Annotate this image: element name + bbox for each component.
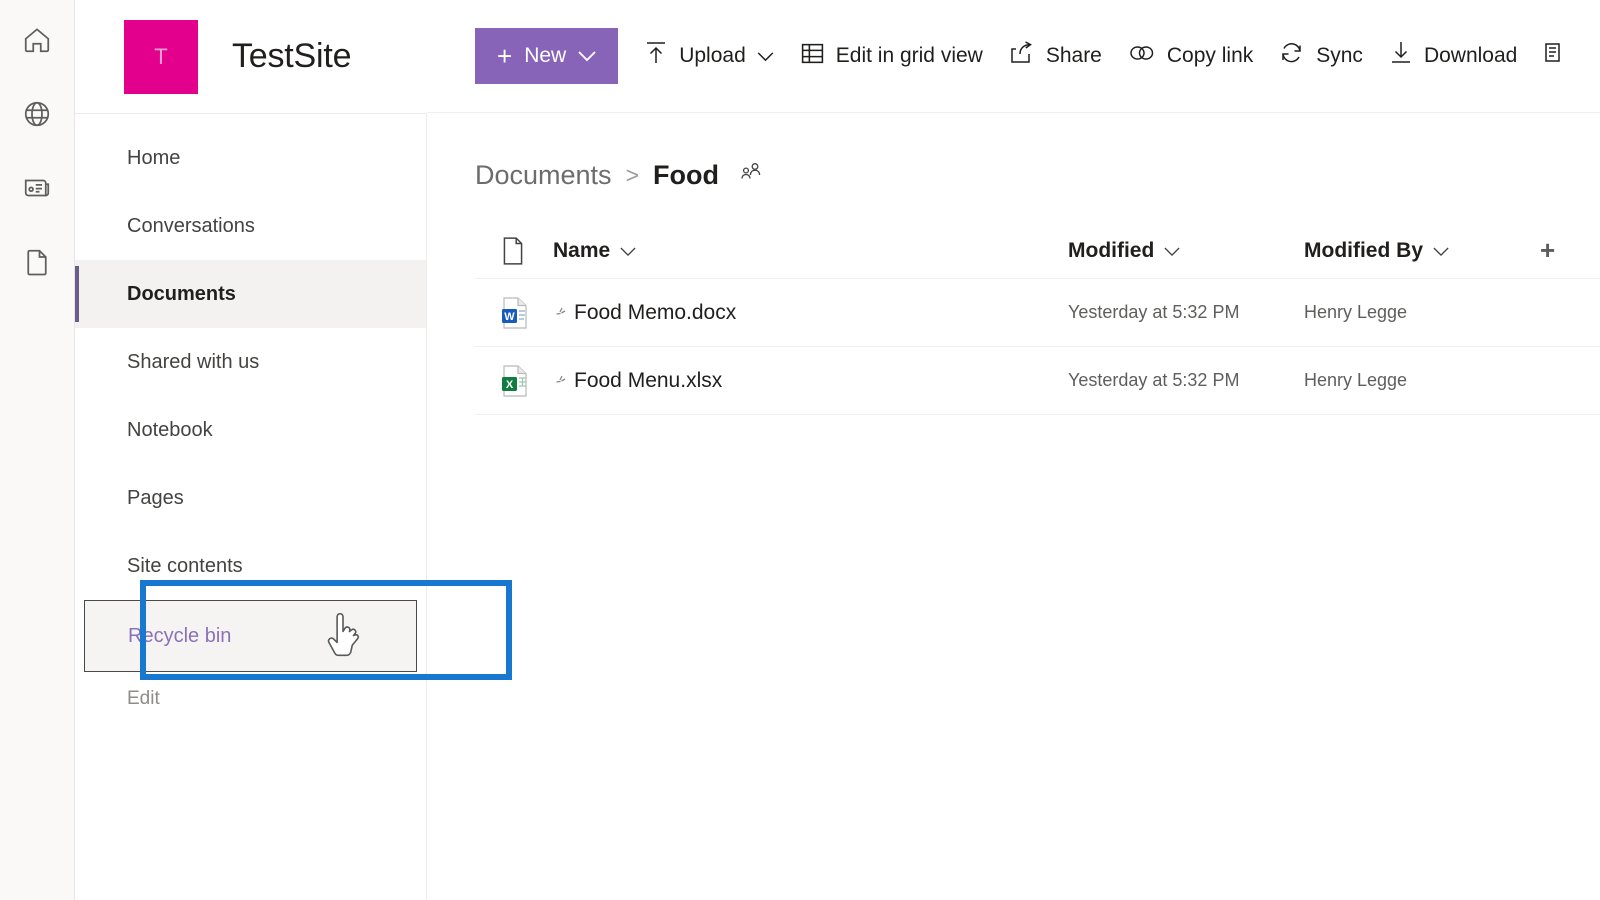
word-file-icon: W (475, 296, 553, 330)
copy-link-label: Copy link (1167, 44, 1253, 68)
breadcrumb: Documents > Food (427, 160, 1600, 191)
nav-label: Home (127, 147, 180, 170)
file-name-label: Food Memo.docx (574, 301, 736, 325)
site-title: TestSite (232, 37, 351, 76)
grid-icon (800, 41, 825, 72)
site-nav-column: T TestSite Home Conversations Documents … (75, 0, 427, 900)
nav-label: Recycle bin (128, 625, 231, 648)
overflow-command-icon[interactable] (1543, 40, 1567, 72)
file-name-cell[interactable]: Food Menu.xlsx (553, 368, 1068, 394)
more-commands-icon (1543, 40, 1567, 72)
nav-label: Notebook (127, 419, 213, 442)
breadcrumb-current[interactable]: Food (653, 160, 719, 191)
sidebar-item-site-contents[interactable]: Site contents (75, 532, 426, 600)
sidebar-item-documents[interactable]: Documents (75, 260, 426, 328)
new-file-sparkle-icon (553, 306, 569, 326)
column-header-modified-by-label: Modified By (1304, 239, 1423, 263)
site-nav-list: Home Conversations Documents Shared with… (75, 113, 427, 900)
file-list: Name Modified (427, 223, 1600, 415)
file-modified-cell: Yesterday at 5:32 PM (1068, 302, 1304, 323)
share-label: Share (1046, 44, 1102, 68)
download-button[interactable]: Download (1389, 40, 1517, 72)
column-header-name[interactable]: Name (553, 239, 1068, 263)
new-button[interactable]: + New (475, 28, 618, 84)
svg-text:W: W (504, 311, 515, 323)
download-icon (1389, 40, 1413, 72)
chevron-down-icon (1433, 239, 1449, 263)
new-file-sparkle-icon (553, 374, 569, 394)
site-logo: T (124, 20, 198, 94)
file-type-column-icon (475, 236, 553, 266)
plus-icon: + (497, 43, 512, 69)
add-column-button[interactable]: + (1540, 235, 1600, 266)
upload-label: Upload (679, 44, 746, 68)
sync-button[interactable]: Sync (1279, 41, 1363, 71)
copy-link-button[interactable]: Copy link (1128, 42, 1253, 70)
upload-icon (644, 40, 668, 72)
sidebar-item-shared-with-us[interactable]: Shared with us (75, 328, 426, 396)
breadcrumb-root[interactable]: Documents (475, 160, 612, 191)
column-header-modified[interactable]: Modified (1068, 239, 1304, 263)
home-icon[interactable] (13, 16, 61, 64)
sync-label: Sync (1316, 44, 1363, 68)
file-modified-cell: Yesterday at 5:32 PM (1068, 370, 1304, 391)
share-icon (1009, 41, 1035, 71)
upload-button[interactable]: Upload (644, 40, 774, 72)
file-name-cell[interactable]: Food Memo.docx (553, 300, 1068, 326)
document-icon[interactable] (13, 238, 61, 286)
sidebar-item-recycle-bin[interactable]: Recycle bin (84, 600, 417, 672)
column-header-modified-by[interactable]: Modified By (1304, 239, 1540, 263)
chevron-down-icon (757, 44, 774, 68)
edit-in-grid-view-button[interactable]: Edit in grid view (800, 41, 983, 72)
sharepoint-page: T TestSite Home Conversations Documents … (0, 0, 1600, 900)
sidebar-item-notebook[interactable]: Notebook (75, 396, 426, 464)
chevron-down-icon (620, 239, 636, 263)
nav-label: Pages (127, 487, 184, 510)
sidebar-item-home[interactable]: Home (75, 124, 426, 192)
sidebar-item-conversations[interactable]: Conversations (75, 192, 426, 260)
site-header: T TestSite (75, 0, 427, 113)
link-icon (1128, 42, 1156, 70)
news-icon[interactable] (13, 164, 61, 212)
column-header-modified-label: Modified (1068, 239, 1154, 263)
svg-text:X: X (506, 379, 514, 391)
sidebar-edit-link[interactable]: Edit (75, 688, 426, 710)
sidebar-item-pages[interactable]: Pages (75, 464, 426, 532)
download-label: Download (1424, 44, 1517, 68)
share-button[interactable]: Share (1009, 41, 1102, 71)
table-row[interactable]: X Food Menu.xlsx Yesterday at 5:32 PM He… (475, 347, 1600, 415)
file-modified-by-cell: Henry Legge (1304, 370, 1540, 391)
table-row[interactable]: W Food Memo.docx Yesterday at 5:32 PM He… (475, 279, 1600, 347)
breadcrumb-separator: > (626, 162, 639, 189)
globe-icon[interactable] (13, 90, 61, 138)
excel-file-icon: X (475, 364, 553, 398)
site-logo-letter: T (154, 44, 167, 70)
app-rail (0, 0, 75, 900)
file-list-header: Name Modified (475, 223, 1600, 279)
sync-icon (1279, 41, 1305, 71)
nav-label: Documents (127, 283, 236, 306)
chevron-down-icon (1164, 239, 1180, 263)
new-button-label: New (524, 44, 566, 68)
nav-label: Conversations (127, 215, 255, 238)
command-bar: + New Upload (427, 0, 1600, 113)
edit-in-grid-view-label: Edit in grid view (836, 44, 983, 68)
file-modified-by-cell: Henry Legge (1304, 302, 1540, 323)
chevron-down-icon (578, 44, 596, 68)
nav-label: Shared with us (127, 351, 259, 374)
column-header-name-label: Name (553, 239, 610, 263)
file-name-label: Food Menu.xlsx (574, 369, 722, 393)
people-shared-icon[interactable] (738, 160, 764, 191)
nav-label: Site contents (127, 555, 243, 578)
main-content: + New Upload (427, 0, 1600, 900)
